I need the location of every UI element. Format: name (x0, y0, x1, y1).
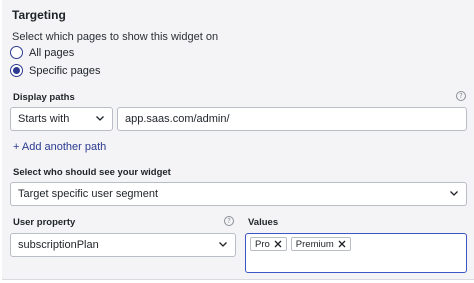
user-property-select[interactable]: subscriptionPlan (10, 233, 236, 257)
close-icon[interactable] (338, 240, 346, 248)
chevron-down-icon (219, 242, 227, 247)
value-chip-label: Pro (255, 238, 270, 250)
value-chip: Pro (250, 237, 287, 251)
path-input-value: app.saas.com/admin/ (125, 113, 230, 125)
close-icon[interactable] (274, 240, 282, 248)
user-property-label: User property (13, 217, 76, 228)
values-label: Values (248, 217, 279, 228)
chevron-down-icon (96, 116, 104, 121)
chevron-down-icon (450, 191, 458, 196)
targeting-panel: Targeting Select which pages to show thi… (2, 0, 474, 280)
audience-label: Select who should see your widget (13, 167, 171, 178)
question-circle-icon[interactable]: ? (456, 91, 466, 101)
path-input[interactable]: app.saas.com/admin/ (117, 107, 467, 131)
question-circle-icon[interactable]: ? (224, 216, 234, 226)
value-chip: Premium (290, 237, 351, 251)
pages-prompt: Select which pages to show this widget o… (12, 31, 219, 43)
radio-all-pages[interactable]: All pages (10, 46, 74, 59)
audience-select[interactable]: Target specific user segment (10, 182, 467, 206)
section-title: Targeting (12, 8, 66, 22)
values-input[interactable]: Pro Premium (245, 233, 467, 273)
path-match-select-value: Starts with (18, 113, 70, 125)
user-property-select-value: subscriptionPlan (18, 239, 99, 251)
radio-all-pages-label: All pages (29, 46, 75, 59)
audience-select-value: Target specific user segment (18, 188, 159, 200)
radio-selected-dot (13, 67, 20, 74)
radio-specific-pages-button[interactable] (10, 64, 23, 77)
add-another-path-link[interactable]: + Add another path (13, 141, 106, 153)
radio-all-pages-button[interactable] (10, 46, 23, 59)
radio-specific-pages-label: Specific pages (29, 64, 101, 77)
value-chip-label: Premium (295, 238, 334, 250)
display-paths-label: Display paths (13, 92, 75, 103)
path-match-select[interactable]: Starts with (10, 107, 113, 131)
radio-specific-pages[interactable]: Specific pages (10, 64, 101, 77)
